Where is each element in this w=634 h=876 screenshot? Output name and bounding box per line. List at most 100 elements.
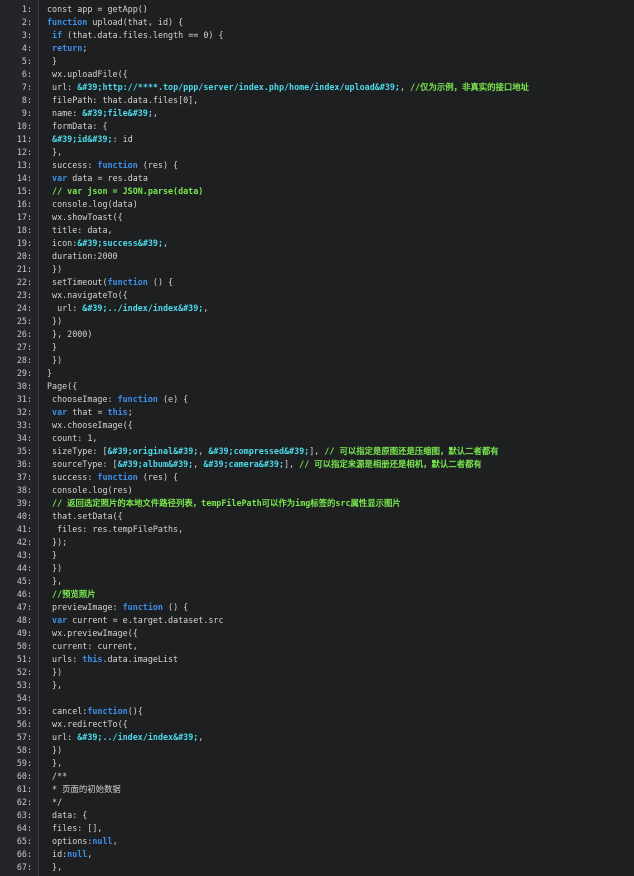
line-code: urls: this.data.imageList (32, 653, 178, 666)
line-number: 18: (16, 225, 32, 235)
code-line[interactable]: 57: url: &#39;../index/index&#39;, (0, 731, 634, 744)
code-line[interactable]: 2: function upload(that, id) { (0, 16, 634, 29)
code-line[interactable]: 61: * 页面的初始数据 (0, 783, 634, 796)
comment-token: // 返回选定照片的本地文件路径列表，tempFilePath可以作为img标签… (52, 498, 401, 508)
code-text: upload(that, id) { (87, 17, 184, 27)
code-line[interactable]: 31: chooseImage: function (e) { (0, 393, 634, 406)
code-line[interactable]: 60: /** (0, 770, 634, 783)
code-line[interactable]: 25: }) (0, 315, 634, 328)
line-number: 13: (16, 160, 32, 170)
code-text: } (47, 550, 58, 560)
code-line[interactable]: 62: */ (0, 796, 634, 809)
code-line[interactable]: 30: Page({ (0, 380, 634, 393)
line-number: 49: (16, 628, 32, 638)
code-line[interactable]: 5: } (0, 55, 634, 68)
code-line[interactable]: 13: success: function (res) { (0, 159, 634, 172)
code-line[interactable]: 6: wx.uploadFile({ (0, 68, 634, 81)
code-line[interactable]: 59: }, (0, 757, 634, 770)
code-line[interactable]: 66: id:null, (0, 848, 634, 861)
code-line[interactable]: 48: var current = e.target.dataset.src (0, 614, 634, 627)
code-line[interactable]: 4: return; (0, 42, 634, 55)
code-line[interactable]: 17: wx.showToast({ (0, 211, 634, 224)
code-line[interactable]: 14: var data = res.data (0, 172, 634, 185)
code-line[interactable]: 15: // var json = JSON.parse(data) (0, 185, 634, 198)
code-line[interactable]: 52: }) (0, 666, 634, 679)
code-line[interactable]: 3: if (that.data.files.length == 0) { (0, 29, 634, 42)
code-line[interactable]: 56: wx.redirectTo({ (0, 718, 634, 731)
code-line[interactable]: 22: setTimeout(function () { (0, 276, 634, 289)
code-line[interactable]: 55: cancel:function(){ (0, 705, 634, 718)
code-line[interactable]: 28: }) (0, 354, 634, 367)
code-line[interactable]: 36: sourceType: [&#39;album&#39;, &#39;c… (0, 458, 634, 471)
code-line[interactable]: 18: title: data, (0, 224, 634, 237)
code-line[interactable]: 41: files: res.tempFilePaths, (0, 523, 634, 536)
code-line[interactable]: 51: urls: this.data.imageList (0, 653, 634, 666)
code-line[interactable]: 45: }, (0, 575, 634, 588)
line-code: }) (32, 744, 62, 757)
line-number: 34: (16, 433, 32, 443)
code-line[interactable]: 44: }) (0, 562, 634, 575)
code-line[interactable]: 43: } (0, 549, 634, 562)
code-line[interactable]: 10: formData: { (0, 120, 634, 133)
code-line[interactable]: 24: url: &#39;../index/index&#39;, (0, 302, 634, 315)
code-line[interactable]: 50: current: current, (0, 640, 634, 653)
line-number: 44: (16, 563, 32, 573)
code-line[interactable]: 37: success: function (res) { (0, 471, 634, 484)
code-text: console.log(res) (47, 485, 133, 495)
line-number: 28: (16, 355, 32, 365)
code-line[interactable]: 35: sizeType: [&#39;original&#39;, &#39;… (0, 445, 634, 458)
code-line[interactable]: 29:} (0, 367, 634, 380)
code-line[interactable]: 58: }) (0, 744, 634, 757)
line-code: previewImage: function () { (32, 601, 188, 614)
code-line[interactable]: 27: } (0, 341, 634, 354)
code-line[interactable]: 64: files: [], (0, 822, 634, 835)
code-line[interactable]: 32: var that = this; (0, 406, 634, 419)
code-text: * 页面的初始数据 (47, 784, 121, 794)
code-text: } (47, 56, 58, 66)
code-line[interactable]: 40: that.setData({ (0, 510, 634, 523)
code-line[interactable]: 21: }) (0, 263, 634, 276)
code-line[interactable]: 63: data: { (0, 809, 634, 822)
line-code: // 返回选定照片的本地文件路径列表，tempFilePath可以作为img标签… (32, 497, 401, 510)
code-line[interactable]: 46: //预览照片 (0, 588, 634, 601)
string-token: &#39;original&#39; (107, 446, 199, 456)
code-line[interactable]: 53: }, (0, 679, 634, 692)
code-text: (){ (127, 706, 143, 716)
line-number: 48: (16, 615, 32, 625)
string-token: &#39;success&#39; (77, 238, 163, 248)
code-line[interactable]: 38: console.log(res) (0, 484, 634, 497)
code-line[interactable]: 20: duration:2000 (0, 250, 634, 263)
code-editor[interactable]: 1: const app = getApp() 2: function upload(… (0, 0, 634, 876)
line-code: }) (32, 354, 62, 367)
line-code: function upload(that, id) { (32, 16, 183, 29)
code-line[interactable]: 23: wx.navigateTo({ (0, 289, 634, 302)
code-line[interactable]: 33: wx.chooseImage({ (0, 419, 634, 432)
code-line[interactable]: 54: (0, 692, 634, 705)
code-line[interactable]: 12: }, (0, 146, 634, 159)
code-lines: 1: const app = getApp() 2: function upload(… (0, 3, 634, 874)
code-line[interactable]: 7: url: &#39;http://****.top/ppp/server/… (0, 81, 634, 94)
code-text: , (87, 849, 93, 859)
code-line[interactable]: 11: &#39;id&#39;: id (0, 133, 634, 146)
code-line[interactable]: 9: name: &#39;file&#39;, (0, 107, 634, 120)
code-line[interactable]: 42: }); (0, 536, 634, 549)
line-number: 60: (16, 771, 32, 781)
code-line[interactable]: 8: filePath: that.data.files[0], (0, 94, 634, 107)
line-code: console.log(res) (32, 484, 133, 497)
line-code: // var json = JSON.parse(data) (32, 185, 203, 198)
code-line[interactable]: 47: previewImage: function () { (0, 601, 634, 614)
code-line[interactable]: 67: }, (0, 861, 634, 874)
code-line[interactable]: 49: wx.previewImage({ (0, 627, 634, 640)
code-line[interactable]: 65: options:null, (0, 835, 634, 848)
keyword-token: this (82, 654, 103, 664)
code-line[interactable]: 34: count: 1, (0, 432, 634, 445)
code-text: }, (47, 576, 63, 586)
code-line[interactable]: 19: icon:&#39;success&#39;, (0, 237, 634, 250)
code-line[interactable]: 1: const app = getApp() (0, 3, 634, 16)
code-line[interactable]: 39: // 返回选定照片的本地文件路径列表，tempFilePath可以作为i… (0, 497, 634, 510)
code-line[interactable]: 16: console.log(data) (0, 198, 634, 211)
line-code: var data = res.data (32, 172, 148, 185)
code-line[interactable]: 26: }, 2000) (0, 328, 634, 341)
line-code: wx.navigateTo({ (32, 289, 128, 302)
keyword-token: var (52, 407, 68, 417)
